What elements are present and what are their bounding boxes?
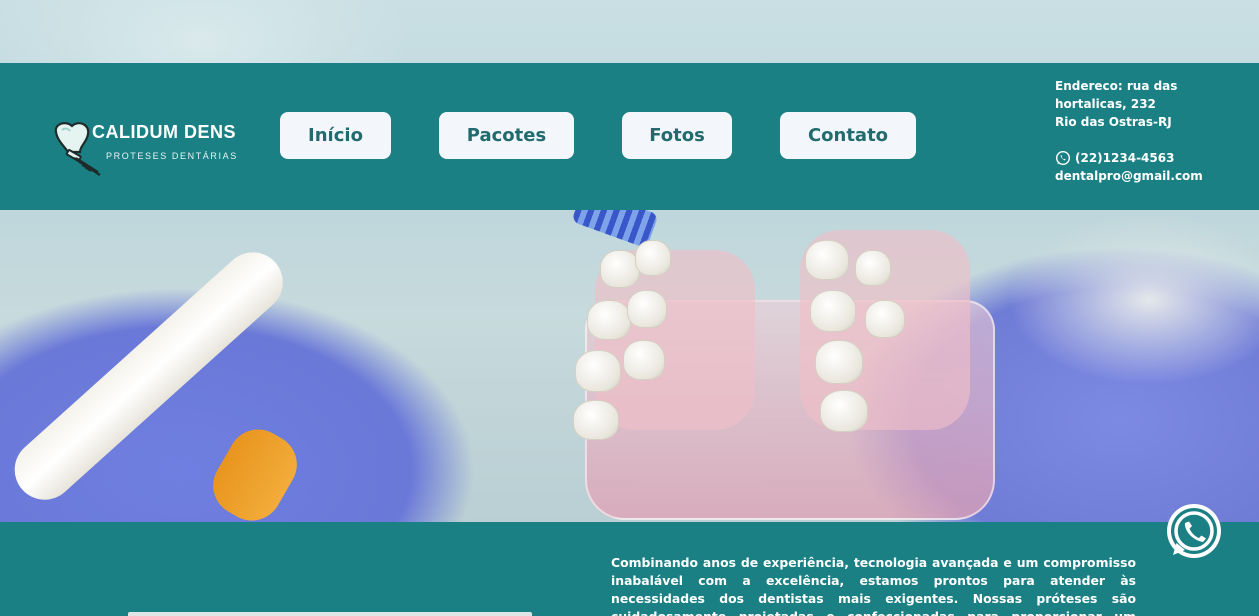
- phone-number: (22)1234-4563: [1075, 151, 1175, 165]
- brand-name: CALIDUM DENS: [92, 122, 236, 142]
- nav-inicio-button[interactable]: Início: [280, 112, 391, 159]
- nav-pacotes-button[interactable]: Pacotes: [439, 112, 574, 159]
- address-line: Endereco: rua das: [1055, 79, 1178, 93]
- about-section: Combinando anos de experiência, tecnolog…: [0, 522, 1259, 616]
- nav-fotos-button[interactable]: Fotos: [622, 112, 732, 159]
- address-line: hortalicas, 232: [1055, 97, 1156, 111]
- address-line: Rio das Ostras-RJ: [1055, 115, 1172, 129]
- about-image: [128, 612, 532, 616]
- brand-logo[interactable]: CALIDUM DENS PROTESES DENTÁRIAS: [50, 118, 250, 178]
- about-text: Combinando anos de experiência, tecnolog…: [611, 555, 1136, 616]
- contact-info: Endereco: rua das hortalicas, 232 Rio da…: [1055, 77, 1255, 185]
- toothbrush-illustration: [2, 187, 659, 522]
- whatsapp-icon: [1055, 150, 1071, 166]
- phone-row[interactable]: (22)1234-4563: [1055, 149, 1255, 167]
- email-address[interactable]: dentalpro@gmail.com: [1055, 167, 1255, 185]
- whatsapp-float-button[interactable]: [1163, 500, 1225, 562]
- denture-model-illustration: [573, 210, 1000, 520]
- nav-contato-button[interactable]: Contato: [780, 112, 916, 159]
- brand-tagline: PROTESES DENTÁRIAS: [106, 151, 238, 161]
- address: Endereco: rua das hortalicas, 232 Rio da…: [1055, 77, 1255, 131]
- site-header: CALIDUM DENS PROTESES DENTÁRIAS Início P…: [0, 63, 1259, 210]
